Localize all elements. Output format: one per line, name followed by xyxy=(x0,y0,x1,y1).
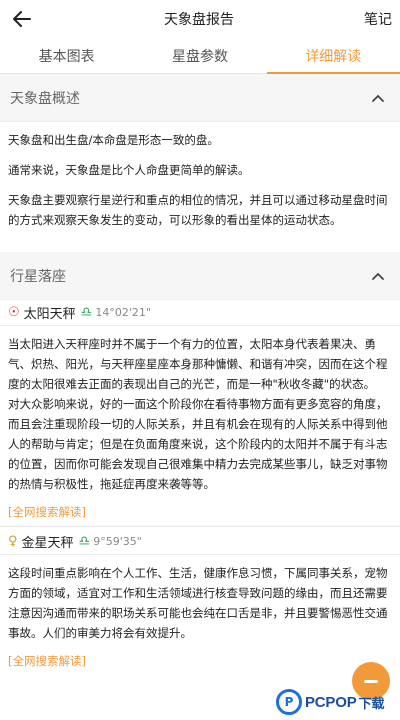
tab-chart-params[interactable]: 星盘参数 xyxy=(133,38,266,73)
tab-bar: 基本图表 星盘参数 详细解读 xyxy=(0,38,400,74)
overview-content: 天象盘和出生盘/本命盘是形态一致的盘。 通常来说，天象盘是比个人命盘更简单的解读… xyxy=(0,130,400,230)
libra-icon: ♎ xyxy=(78,534,91,549)
watermark-brand: PCPOP xyxy=(305,693,357,711)
overview-section-header[interactable]: 天象盘概述 xyxy=(0,74,400,122)
chevron-up-icon[interactable] xyxy=(370,268,386,284)
sun-icon: ☉ xyxy=(8,305,20,320)
planet-row-sun: ☉ 太阳天秤 ♎ 14°02'21" xyxy=(0,300,400,326)
notes-button[interactable]: 笔记 xyxy=(364,9,392,29)
planet-row-venus: ♀ 金星天秤 ♎ 9°59'35" xyxy=(0,529,400,555)
overview-paragraph: 天象盘和出生盘/本命盘是形态一致的盘。 xyxy=(8,133,219,147)
watermark-suffix: 下载 xyxy=(358,696,385,712)
planet-name: 太阳天秤 xyxy=(23,307,76,322)
planet-degree: 9°59'35" xyxy=(93,535,142,548)
watermark: P PCPOP 下载 xyxy=(276,688,385,716)
planet-degree: 14°02'21" xyxy=(95,306,151,319)
chevron-up-icon[interactable] xyxy=(370,90,386,106)
libra-icon: ♎ xyxy=(80,305,93,320)
back-arrow-icon[interactable] xyxy=(10,7,34,31)
reading-paragraph: 当太阳进入天秤座时并不属于一个有力的位置，太阳本身代表着果决、勇气、炽热、阳光，… xyxy=(8,337,388,391)
tab-detailed-reading[interactable]: 详细解读 xyxy=(266,38,400,74)
placements-section-title: 行星落座 xyxy=(10,268,66,285)
venus-icon: ♀ xyxy=(8,534,18,549)
minus-icon xyxy=(364,679,378,683)
overview-paragraph: 天象盘主要观察行星逆行和重点的相位的情况，并且可以通过移动星盘时间的方式来观察天… xyxy=(8,193,388,227)
overview-section-title: 天象盘概述 xyxy=(10,90,80,107)
divider xyxy=(0,526,400,527)
planet-name: 金星天秤 xyxy=(21,536,74,551)
placements-section-header[interactable]: 行星落座 xyxy=(0,252,400,300)
tab-basic-chart[interactable]: 基本图表 xyxy=(0,38,133,73)
reading-paragraph: 对大众影响来说，好的一面这个阶段你在看待事物方面有更多宽容的角度，而且会注重现阶… xyxy=(8,397,388,491)
top-bar: 天象盘报告 笔记 xyxy=(0,0,400,38)
pcpop-logo-icon: P xyxy=(276,689,302,715)
overview-paragraph: 通常来说，天象盘是比个人命盘更简单的解读。 xyxy=(8,163,250,177)
venus-reading: 这段时间重点影响在个人工作、生活，健康作息习惯，下属同事关系，宠物方面的领域，适… xyxy=(0,563,400,671)
search-reading-link[interactable]: [全网搜索解读] xyxy=(8,651,392,671)
search-reading-link[interactable]: [全网搜索解读] xyxy=(8,502,392,522)
reading-paragraph: 这段时间重点影响在个人工作、生活，健康作息习惯，下属同事关系，宠物方面的领域，适… xyxy=(8,566,388,640)
page-title: 天象盘报告 xyxy=(164,12,234,28)
sun-reading: 当太阳进入天秤座时并不属于一个有力的位置，太阳本身代表着果决、勇气、炽热、阳光，… xyxy=(0,334,400,522)
